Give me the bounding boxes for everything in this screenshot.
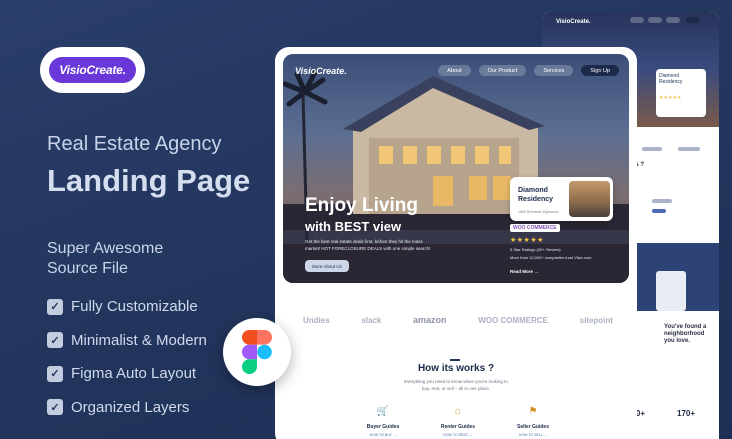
feature-label: Minimalist & Modern bbox=[71, 331, 207, 349]
back-logo: VisioCreate. bbox=[556, 19, 591, 25]
cart-icon: 🛒 bbox=[376, 406, 390, 417]
feature-label: Figma Auto Layout bbox=[71, 365, 197, 383]
back-nav-item bbox=[666, 17, 680, 23]
guide-link[interactable]: HOW TO SELL → bbox=[519, 433, 547, 437]
checkbox-icon: ✓ bbox=[47, 332, 63, 349]
nav-services[interactable]: Services bbox=[534, 65, 574, 76]
hero-description: Get the best real estate deals first, be… bbox=[305, 239, 431, 251]
woocommerce-badge: WOO COMMERCE bbox=[510, 224, 560, 232]
nav-logo[interactable]: VisioCreate. bbox=[295, 66, 347, 76]
partner-logo-woocommerce: WOO COMMERCE bbox=[478, 315, 548, 325]
checkbox-icon: ✓ bbox=[47, 365, 63, 382]
partner-logos: Undies slack amazon WOO COMMERCE sitepoi… bbox=[303, 315, 613, 325]
how-it-works-description: Everything you need to know when you're … bbox=[404, 379, 508, 391]
property-card-subtitle: 1850 Riverside Inglewood bbox=[518, 210, 559, 214]
feature-list: ✓ Fully Customizable ✓ Minimalist & Modern… bbox=[47, 290, 207, 424]
trust-text: More than 10,000+ companies trust Visio.… bbox=[510, 255, 592, 260]
guide-buyer[interactable]: 🛒 Buyer Guides HOW TO BUY → bbox=[363, 405, 403, 437]
rent-sign-icon: ⌂ bbox=[454, 406, 462, 417]
guide-label: Seller Guides bbox=[517, 424, 549, 430]
read-more-link[interactable]: Read More → bbox=[510, 269, 539, 274]
more-about-us-button[interactable]: More About Us bbox=[305, 260, 349, 272]
feature-item: ✓ Fully Customizable bbox=[47, 290, 207, 324]
back-card: Diamond Residency ★★★★★ bbox=[656, 69, 706, 117]
rating-text: 5 Star Ratings (2K+ Review) bbox=[510, 247, 561, 252]
back-card-stars: ★★★★★ bbox=[659, 95, 682, 101]
back-guide-chip bbox=[652, 199, 672, 203]
back-nav-item bbox=[648, 17, 662, 23]
back-listing-card bbox=[656, 271, 686, 311]
back-nav-signup bbox=[686, 17, 700, 23]
guide-label: Buyer Guides bbox=[366, 424, 400, 430]
back-guide-link bbox=[652, 209, 666, 213]
back-stat: 170+ bbox=[677, 409, 696, 418]
figma-icon bbox=[223, 318, 291, 386]
feature-label: Fully Customizable bbox=[71, 298, 198, 316]
promo-source-line: Super Awesome Source File bbox=[47, 240, 164, 277]
hero-title-2: with BEST view bbox=[305, 219, 402, 234]
feature-item: ✓ Minimalist & Modern bbox=[47, 324, 207, 358]
hero-section: VisioCreate. About Our Product Services … bbox=[283, 54, 629, 283]
top-nav: About Our Product Services Sign Up bbox=[438, 65, 619, 76]
promo-title: Landing Page bbox=[47, 163, 251, 198]
brand-logo: VisioCreate. bbox=[49, 57, 136, 83]
guide-label: Renter Guides bbox=[440, 424, 476, 430]
sign-up-button[interactable]: Sign Up bbox=[581, 65, 619, 76]
sale-icon: ⚑ bbox=[528, 406, 538, 417]
checkbox-icon: ✓ bbox=[47, 298, 63, 315]
guides-row: 🛒 Buyer Guides HOW TO BUY → ⌂ Renter Gui… bbox=[363, 405, 553, 437]
property-thumbnail bbox=[569, 181, 610, 217]
partner-logo-sitepoint: sitepoint bbox=[579, 315, 613, 325]
feature-item: ✓ Organized Layers bbox=[47, 391, 207, 425]
partner-logo-slack: slack bbox=[361, 315, 382, 325]
guide-link[interactable]: HOW TO RENT → bbox=[443, 433, 472, 437]
back-partner-chip bbox=[642, 147, 662, 151]
promo-subtitle: Real Estate Agency bbox=[47, 133, 222, 155]
front-mockup: VisioCreate. About Our Product Services … bbox=[275, 47, 637, 439]
back-neighborhood-text: You've found a neighborhood you love. bbox=[664, 324, 707, 344]
checkbox-icon: ✓ bbox=[47, 399, 63, 416]
nav-about[interactable]: About bbox=[438, 65, 471, 76]
guide-seller[interactable]: ⚑ Seller Guides HOW TO SELL → bbox=[513, 405, 553, 437]
feature-item: ✓ Figma Auto Layout bbox=[47, 357, 207, 391]
section-divider bbox=[450, 359, 460, 361]
figma-logo bbox=[242, 330, 272, 374]
back-card-title: Diamond Residency bbox=[659, 73, 683, 85]
back-nav-item bbox=[630, 17, 644, 23]
nav-our-product[interactable]: Our Product bbox=[478, 65, 527, 76]
guide-link[interactable]: HOW TO BUY → bbox=[370, 433, 397, 437]
how-it-works-title: How its works ? bbox=[417, 363, 495, 374]
property-card-title: Diamond Residency bbox=[518, 187, 554, 203]
hero-title: Enjoy Living bbox=[305, 195, 418, 216]
rating-stars-icon: ★★★★★ bbox=[510, 237, 544, 244]
guide-renter[interactable]: ⌂ Renter Guides HOW TO RENT → bbox=[438, 405, 478, 437]
property-card[interactable]: Diamond Residency 1850 Riverside Inglewo… bbox=[510, 177, 613, 221]
feature-label: Organized Layers bbox=[71, 398, 190, 416]
brand-logo-pill: VisioCreate. bbox=[40, 47, 145, 93]
partner-logo-undies: Undies bbox=[303, 315, 330, 325]
back-partner-chip bbox=[678, 147, 700, 151]
partner-logo-amazon: amazon bbox=[413, 315, 447, 325]
